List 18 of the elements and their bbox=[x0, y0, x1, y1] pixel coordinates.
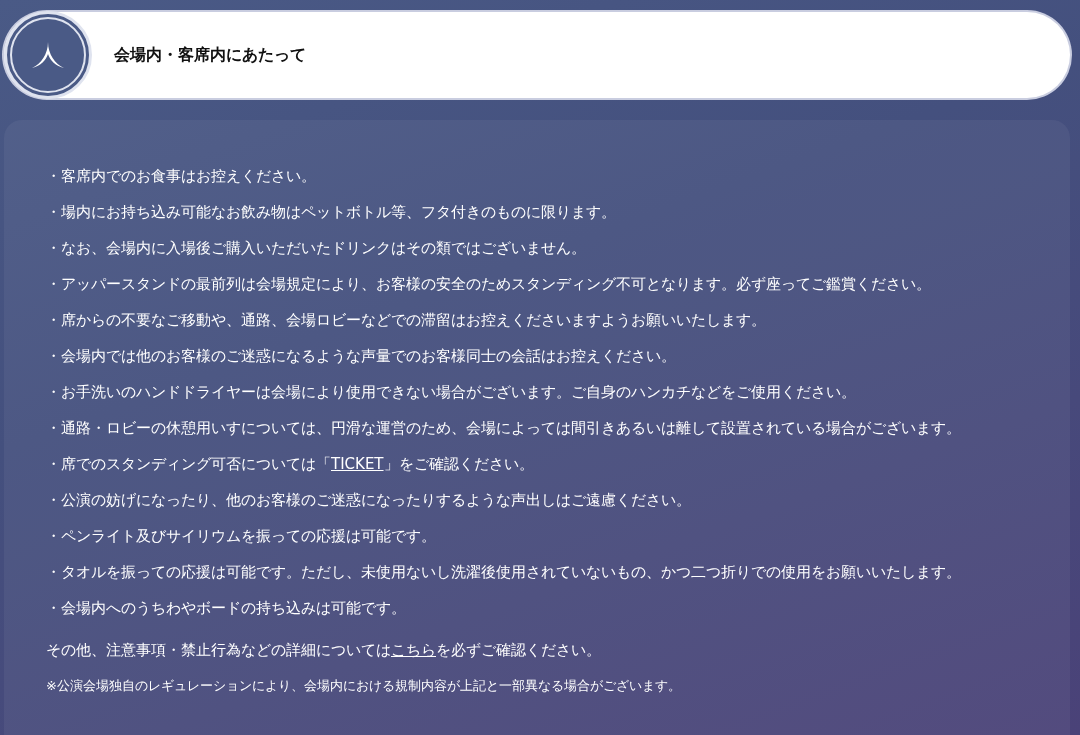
rule-text: ・会場内へのうちわやボードの持ち込みは可能です。 bbox=[46, 598, 407, 619]
rule-text: ・ペンライト及びサイリウムを振っての応援は可能です。 bbox=[46, 526, 437, 547]
rule-text: ・客席内でのお食事はお控えください。 bbox=[46, 166, 317, 187]
rule-text: ・席からの不要なご移動や、通路、会場ロビーなどでの滞留はお控えくださいますようお願いいたします。 bbox=[46, 310, 767, 331]
rule-text: ・場内にお持ち込み可能なお飲み物はペットボトル等、フタ付きのものに限ります。 bbox=[46, 202, 617, 223]
rule-text: ・公演の妨げになったり、他のお客様のご迷惑になったりするような声出しはご遠慮ください。 bbox=[46, 490, 692, 511]
rule-text: ・通路・ロビーの休憩用いすについては、円滑な運営のため、会場によっては間引きあるいは離して設置されている場合がございます。 bbox=[46, 418, 962, 439]
note-text: ※公演会場独自のレギュレーションにより、会場内における規制内容が上記と一部異なる場合がございます。 bbox=[46, 677, 682, 695]
rule-text: ・アッパースタンドの最前列は会場規定により、お客様の安全のためスタンディング不可となります。必ず座ってご鑑賞ください。 bbox=[46, 274, 932, 295]
rule-text: ・お手洗いのハンドドライヤーは会場により使用できない場合がございます。ご自身のハンカチなどをご使用ください。 bbox=[46, 382, 857, 403]
details-text: その他、注意事項・禁止行為などの詳細についてはこちら を必ずご確認ください。 bbox=[46, 640, 602, 661]
rule-text: ・会場内では他のお客様のご迷惑になるような声量でのお客様同士の会話はお控えください。 bbox=[46, 346, 677, 367]
rule-text: ・タオルを振っての応援は可能です。ただし、未使用ないし洗濯後使用されていないもの、かつ二つ折りでの使用をお願いいたします。 bbox=[46, 562, 962, 583]
rule-text: ・なお、会場内に入場後ご購入いただいたドリンクはその類ではございません。 bbox=[46, 238, 587, 259]
link[interactable]: こちら bbox=[391, 641, 436, 659]
rule-text: ・席でのスタンディング可否については「TICKET」をご確認ください。 bbox=[46, 454, 535, 475]
section-title: 会場内・客席内にあたって bbox=[114, 44, 306, 66]
link[interactable]: TICKET bbox=[331, 455, 384, 473]
